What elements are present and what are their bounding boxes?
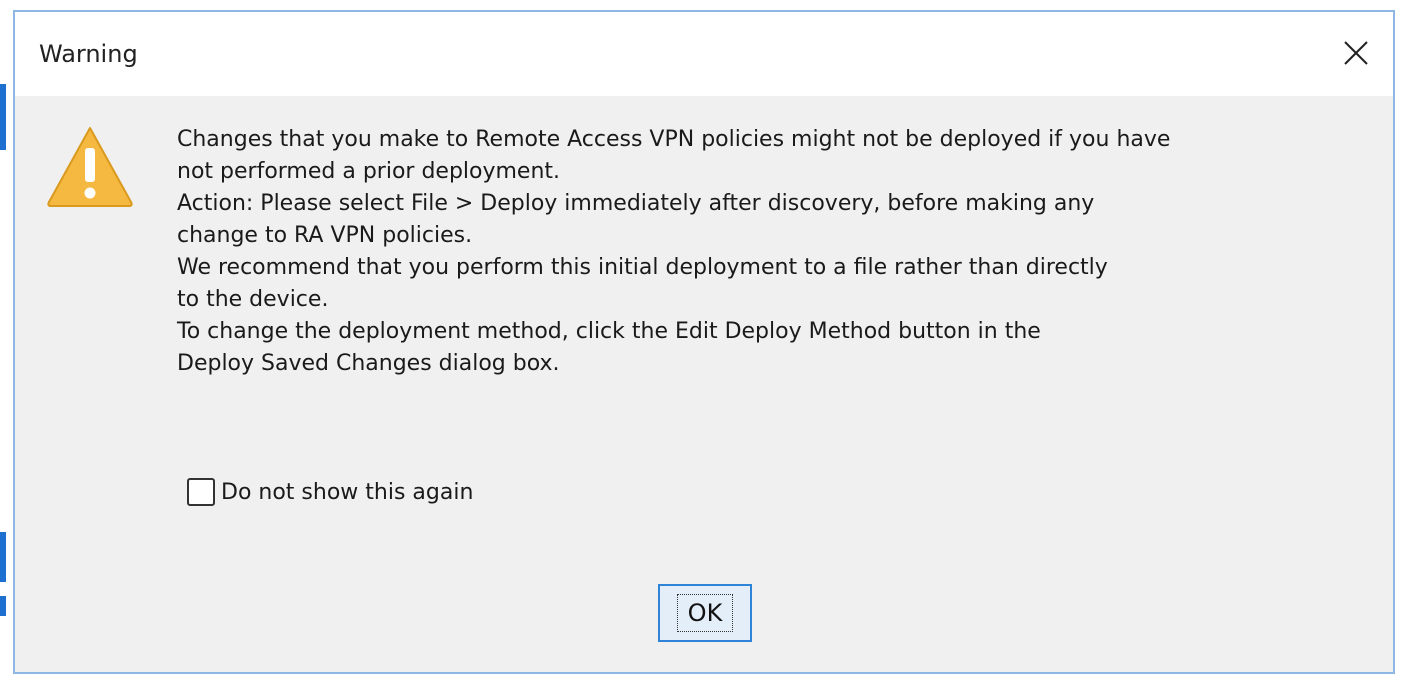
message-line: change to RA VPN policies. — [177, 223, 473, 248]
background-edge-mark — [0, 532, 6, 582]
message-line: not performed a prior deployment. — [177, 159, 561, 184]
do-not-show-again-option[interactable]: Do not show this again — [187, 478, 473, 506]
message-line: To change the deployment method, click t… — [177, 319, 1041, 344]
message-line: Changes that you make to Remote Access V… — [177, 127, 1171, 152]
warning-message: Changes that you make to Remote Access V… — [177, 124, 1377, 380]
dialog-title: Warning — [39, 40, 138, 68]
do-not-show-again-checkbox[interactable] — [187, 478, 215, 506]
message-line: Action: Please select File > Deploy imme… — [177, 191, 1095, 216]
ok-button[interactable]: OK — [658, 584, 752, 642]
background-edge-mark — [0, 84, 6, 150]
message-line: We recommend that you perform this initi… — [177, 255, 1108, 280]
warning-triangle-icon — [47, 127, 133, 207]
dialog-titlebar: Warning — [15, 12, 1393, 96]
warning-dialog: Warning Changes that you make to Remote … — [13, 10, 1395, 674]
message-line: Deploy Saved Changes dialog box. — [177, 351, 560, 376]
close-button[interactable] — [1333, 30, 1379, 76]
message-line: to the device. — [177, 287, 329, 312]
background-edge-mark — [0, 596, 6, 616]
close-icon — [1344, 41, 1368, 65]
do-not-show-again-label: Do not show this again — [221, 479, 474, 505]
ok-button-label: OK — [676, 594, 734, 632]
